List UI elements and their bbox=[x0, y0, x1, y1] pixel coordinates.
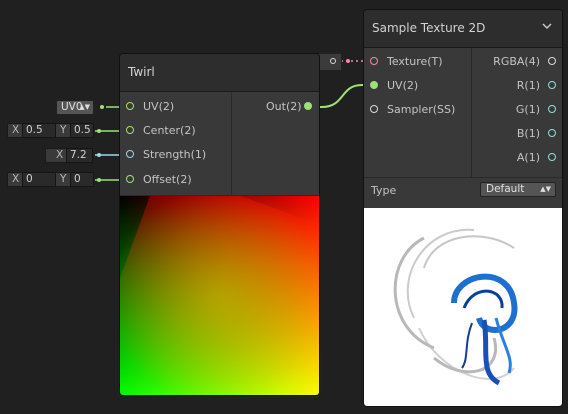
offset-port-icon[interactable] bbox=[126, 175, 134, 183]
type-dropdown[interactable]: Default ▲▼ bbox=[480, 182, 556, 197]
g-port-icon[interactable] bbox=[548, 105, 556, 113]
twirl-preview bbox=[120, 196, 319, 395]
center-x-field[interactable]: 0.5 bbox=[22, 123, 56, 138]
twirl-input-uv-label: UV(2) bbox=[143, 100, 175, 113]
offset-input: X 0 Y 0 bbox=[7, 172, 94, 187]
sample-output-b-label: B(1) bbox=[516, 127, 540, 140]
sample-output-rgba-label: RGBA(4) bbox=[493, 55, 540, 68]
sample-output-a-label: A(1) bbox=[516, 151, 540, 164]
texture-stub-dot bbox=[346, 59, 350, 63]
sample-output-r[interactable]: R(1) bbox=[472, 76, 556, 96]
twirl-header[interactable]: Twirl bbox=[120, 54, 319, 92]
sample-output-r-label: R(1) bbox=[516, 79, 540, 92]
out-port-icon[interactable] bbox=[304, 102, 312, 110]
offset-connector-dot bbox=[97, 178, 101, 182]
twirl-input-strength-label: Strength(1) bbox=[143, 148, 207, 161]
sampler-port-icon[interactable] bbox=[370, 105, 378, 113]
b-port-icon[interactable] bbox=[548, 129, 556, 137]
sample-input-uv-label: UV(2) bbox=[387, 79, 419, 92]
sample-output-g-label: G(1) bbox=[515, 103, 540, 116]
offset-x-label: X bbox=[12, 173, 20, 185]
twirl-output-out[interactable]: Out(2) bbox=[266, 97, 316, 117]
center-port-icon[interactable] bbox=[126, 126, 134, 134]
chevron-down-icon[interactable] bbox=[542, 22, 552, 30]
uv-input-port-icon[interactable] bbox=[370, 81, 378, 89]
twirl-io-divider bbox=[231, 92, 232, 195]
sample-output-g[interactable]: G(1) bbox=[472, 100, 556, 120]
twirl-output-label: Out(2) bbox=[266, 100, 302, 113]
offset-y-field[interactable]: 0 bbox=[70, 172, 94, 187]
strength-connector-dot bbox=[97, 153, 101, 157]
center-connector-dot bbox=[97, 129, 101, 133]
texture-preview bbox=[364, 208, 562, 406]
rgba-port-icon[interactable] bbox=[548, 57, 556, 65]
a-port-icon[interactable] bbox=[548, 153, 556, 161]
offset-y-label: Y bbox=[60, 173, 67, 185]
strength-x-label: X bbox=[56, 149, 64, 161]
texture-slot-dot bbox=[330, 58, 336, 64]
strength-input: X 7.2 bbox=[45, 148, 93, 163]
texture-port-icon[interactable] bbox=[370, 57, 378, 65]
sample-texture-title: Sample Texture 2D bbox=[372, 21, 486, 35]
type-dropdown-value: Default bbox=[486, 183, 525, 195]
twirl-node[interactable]: Twirl UV(2) Center(2) Strength(1) Offset… bbox=[119, 53, 320, 396]
dropdown-arrows-icon: ▲▼ bbox=[79, 103, 90, 111]
center-input: X 0.5 Y 0.5 bbox=[7, 123, 94, 138]
sample-input-texture-label: Texture(T) bbox=[387, 55, 443, 68]
offset-x-field[interactable]: 0 bbox=[22, 172, 56, 187]
twirl-input-offset-label: Offset(2) bbox=[143, 173, 192, 186]
center-y-label: Y bbox=[60, 124, 67, 136]
sample-output-b[interactable]: B(1) bbox=[472, 124, 556, 144]
uv-channel-dropdown[interactable]: UV0 ▲▼ bbox=[56, 100, 94, 115]
r-port-icon[interactable] bbox=[548, 81, 556, 89]
twirl-title: Twirl bbox=[128, 65, 155, 79]
sample-output-a[interactable]: A(1) bbox=[472, 148, 556, 168]
twirl-input-center-label: Center(2) bbox=[143, 124, 196, 137]
sample-output-rgba[interactable]: RGBA(4) bbox=[472, 52, 556, 72]
type-label: Type bbox=[371, 184, 397, 197]
dropdown-arrows-icon: ▲▼ bbox=[540, 185, 551, 193]
sample-input-sampler-label: Sampler(SS) bbox=[387, 103, 456, 116]
strength-port-icon[interactable] bbox=[126, 150, 134, 158]
uv-port-icon[interactable] bbox=[126, 102, 134, 110]
sample-texture-node[interactable]: Sample Texture 2D Texture(T) UV(2) Sampl… bbox=[363, 9, 563, 407]
center-x-label: X bbox=[12, 124, 20, 136]
uv-connector-dot bbox=[100, 105, 104, 109]
strength-x-field[interactable]: 7.2 bbox=[66, 148, 93, 163]
sample-texture-header[interactable]: Sample Texture 2D bbox=[364, 10, 562, 48]
sample-texture-type-divider bbox=[364, 177, 562, 178]
center-y-field[interactable]: 0.5 bbox=[70, 123, 94, 138]
